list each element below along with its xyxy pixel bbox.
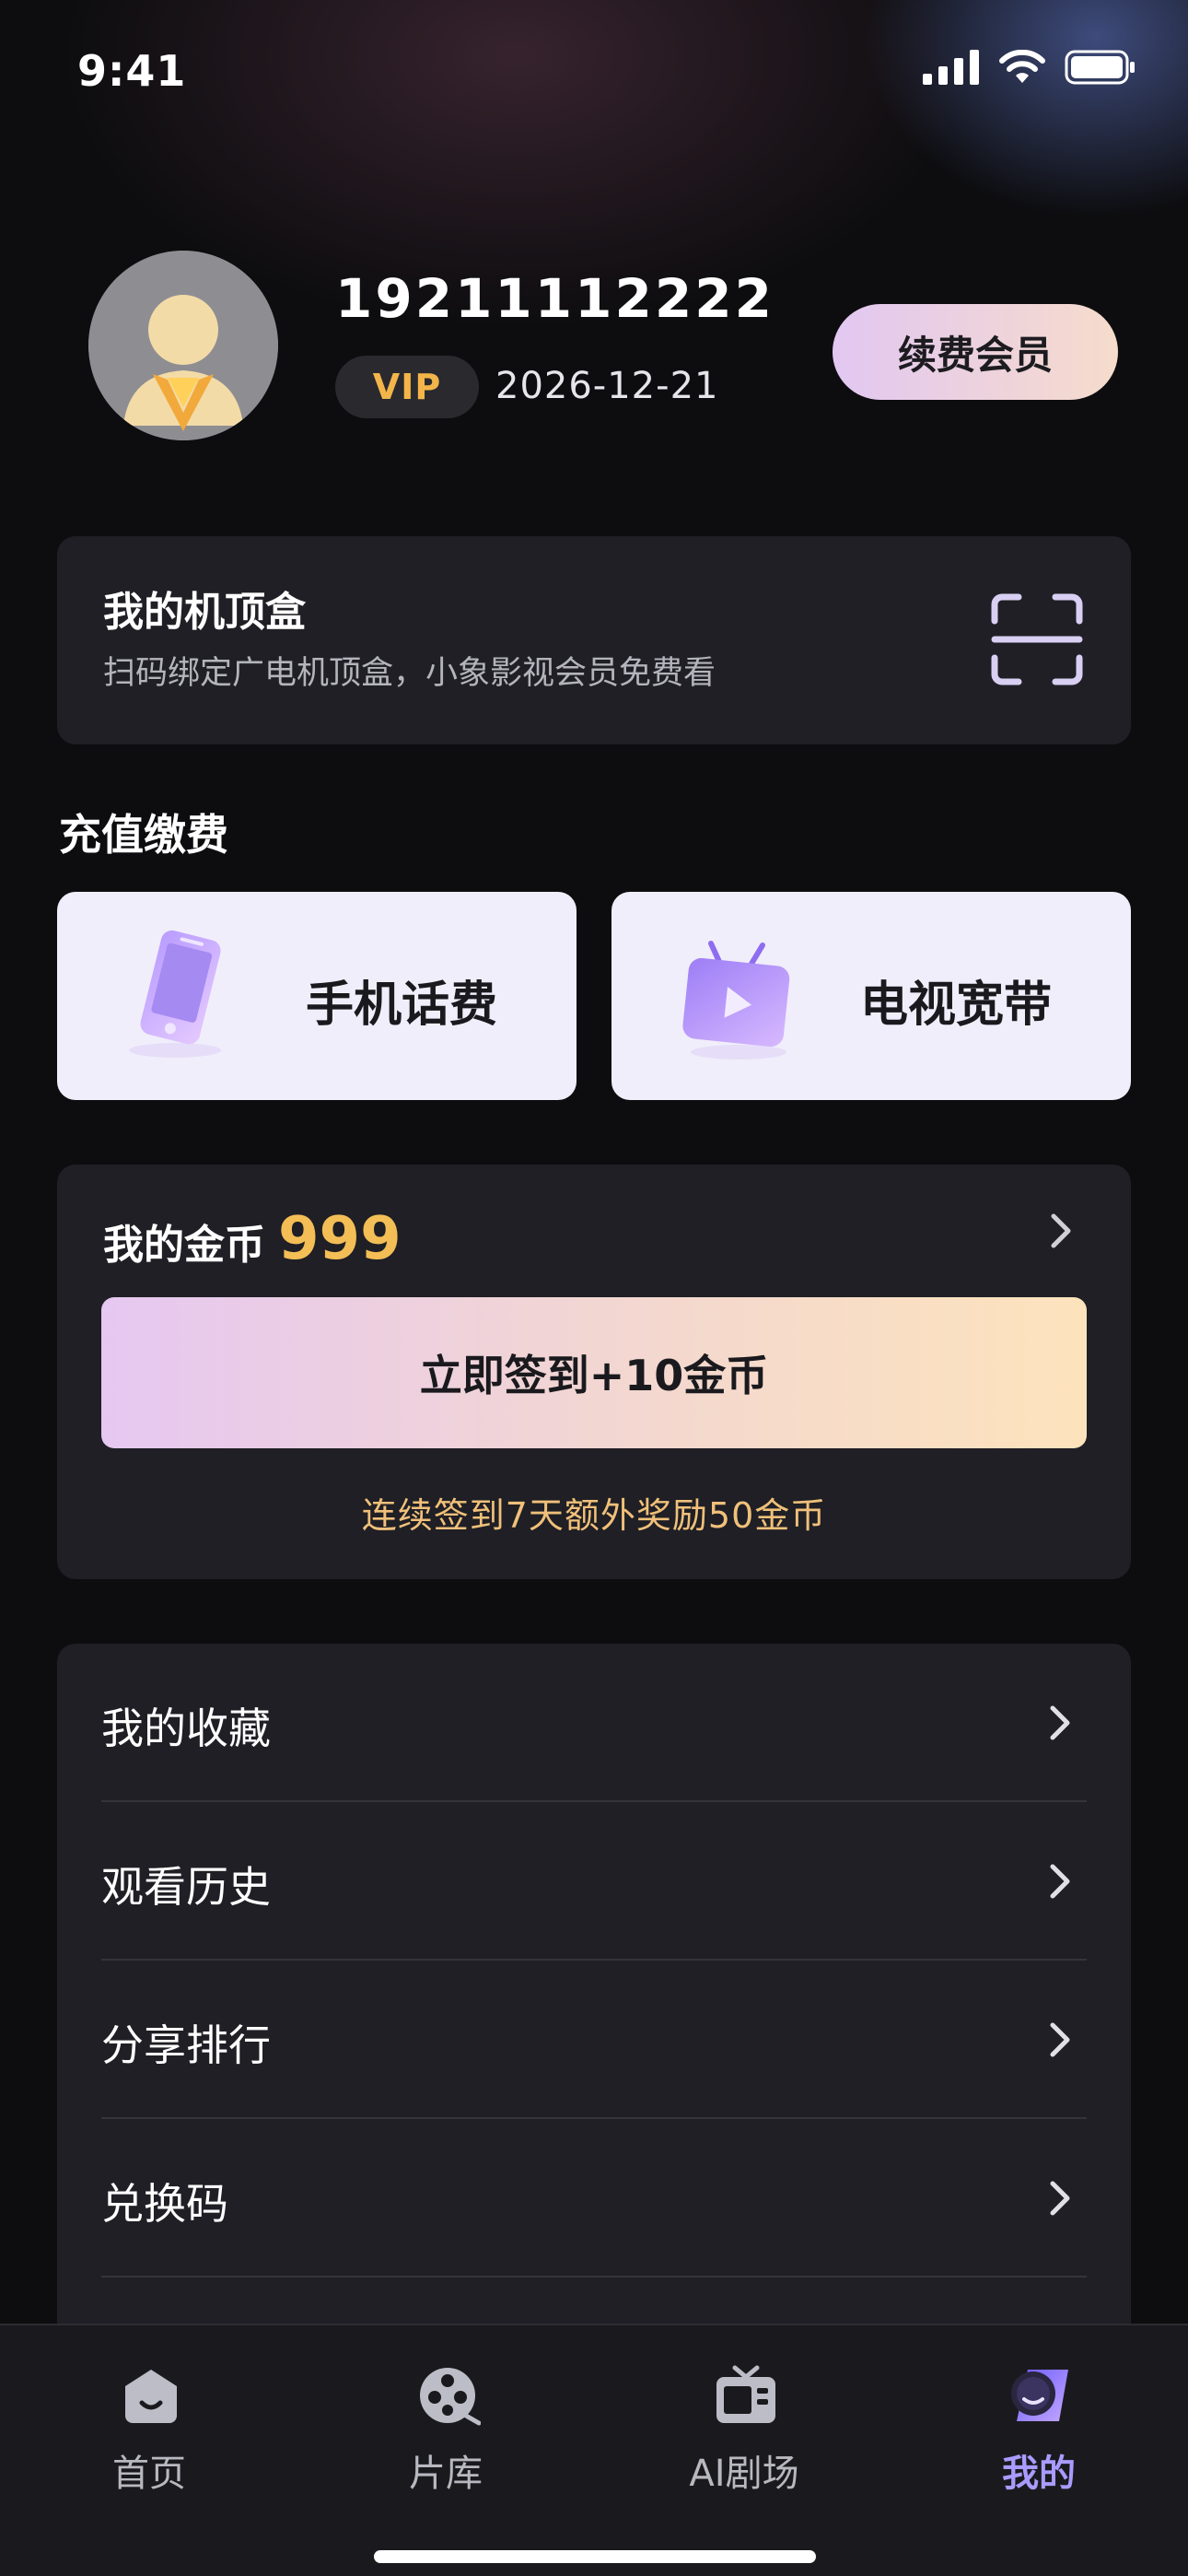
tab-mine[interactable]: 我的 — [938, 2362, 1140, 2519]
user-phone-number: 19211112222 — [335, 267, 775, 330]
set-top-box-card[interactable]: 我的机顶盒 扫码绑定广电机顶盒，小象影视会员免费看 — [57, 536, 1131, 744]
chevron-right-icon — [1050, 2022, 1070, 2057]
chevron-right-icon[interactable] — [1044, 1211, 1077, 1251]
menu-item-history[interactable]: 观看历史 — [101, 1802, 1087, 1961]
vip-expiry-date: 2026-12-21 — [495, 365, 719, 407]
menu-item-label: 兑换码 — [101, 2179, 228, 2229]
tab-bar: 首页 片库 AI剧场 我的 — [0, 2324, 1188, 2576]
coin-balance: 999 — [278, 1205, 402, 1273]
tv-broadband-label: 电视宽带 — [860, 978, 1053, 1033]
home-indicator[interactable] — [374, 2550, 816, 2563]
avatar-image — [88, 251, 278, 440]
menu-item-label: 我的收藏 — [101, 1704, 271, 1753]
signal-icon — [923, 50, 979, 85]
tab-label: 我的 — [1002, 2453, 1076, 2495]
tab-ai-theater[interactable]: AI剧场 — [643, 2362, 845, 2519]
mobile-bill-label: 手机话费 — [306, 978, 498, 1033]
status-time: 9:41 — [77, 46, 187, 96]
tv-broadband-tile[interactable]: 电视宽带 — [611, 892, 1131, 1100]
tab-label: AI剧场 — [689, 2453, 799, 2495]
renew-membership-button[interactable]: 续费会员 — [833, 304, 1118, 400]
status-icons — [923, 50, 1136, 85]
home-icon — [125, 2370, 177, 2423]
film-reel-icon — [420, 2368, 481, 2426]
scan-icon[interactable] — [991, 593, 1083, 685]
tab-home[interactable]: 首页 — [48, 2362, 250, 2519]
wifi-icon — [999, 50, 1045, 83]
coin-header[interactable]: 我的金币 999 — [103, 1205, 402, 1273]
set-top-box-title: 我的机顶盒 — [103, 589, 306, 636]
ai-theater-icon — [716, 2365, 775, 2423]
phone-icon — [129, 930, 221, 1058]
menu-item-label: 观看历史 — [101, 1862, 271, 1912]
check-in-button[interactable]: 立即签到+10金币 — [101, 1297, 1087, 1448]
chevron-right-icon — [1050, 2181, 1070, 2216]
avatar[interactable] — [88, 251, 278, 440]
tab-label: 片库 — [409, 2453, 483, 2495]
coin-label: 我的金币 — [103, 1222, 265, 1269]
menu-item-favorites[interactable]: 我的收藏 — [101, 1644, 1087, 1802]
profile-screen: 9:41 19211112222 VIP 2026-12-21 续费会员 我的机… — [0, 0, 1188, 2576]
menu-item-redeem-code[interactable]: 兑换码 — [101, 2119, 1087, 2277]
chevron-right-icon — [1050, 1705, 1070, 1740]
chevron-right-icon — [1050, 1864, 1070, 1899]
mobile-bill-tile[interactable]: 手机话费 — [57, 892, 577, 1100]
vip-badge: VIP — [335, 356, 479, 418]
tv-icon — [682, 941, 790, 1060]
menu-item-label: 分享排行 — [101, 2020, 271, 2070]
check-in-tip: 连续签到7天额外奖励50金币 — [361, 1495, 827, 1536]
tab-label: 首页 — [112, 2453, 186, 2495]
battery-icon — [1065, 50, 1135, 85]
tab-library[interactable]: 片库 — [344, 2362, 547, 2519]
coin-card: 我的金币 999 立即签到+10金币 连续签到7天额外奖励50金币 — [57, 1165, 1131, 1579]
set-top-box-subtitle: 扫码绑定广电机顶盒，小象影视会员免费看 — [103, 655, 716, 692]
recharge-section-title: 充值缴费 — [59, 810, 228, 860]
menu-item-share-ranking[interactable]: 分享排行 — [101, 1961, 1087, 2119]
profile-icon — [1011, 2370, 1068, 2421]
